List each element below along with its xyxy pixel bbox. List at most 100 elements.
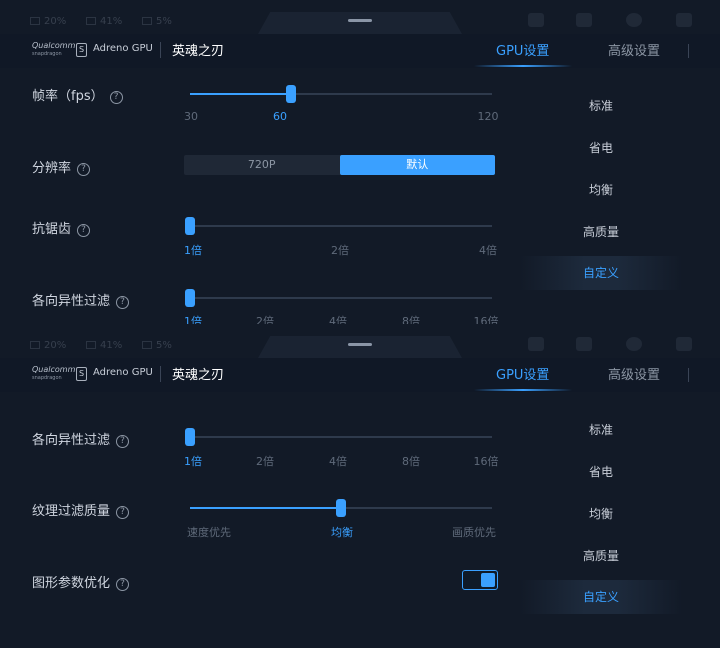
- aniso-tick: 8倍: [402, 315, 420, 324]
- texture-tick: 速度优先: [187, 526, 231, 539]
- gpu-settings-panel-top: 20% 41% 5% Qualcomm snapdragon S Adreno G…: [0, 0, 720, 324]
- fps-tick-min: 30: [184, 110, 198, 123]
- mode-power-saving[interactable]: 省电: [520, 463, 682, 480]
- help-icon[interactable]: ?: [116, 578, 130, 591]
- texture-label: 纹理过滤质量?: [32, 500, 130, 519]
- aniso-slider-thumb[interactable]: [185, 289, 195, 307]
- antialias-slider-thumb[interactable]: [185, 217, 195, 235]
- resolution-selector: 720P 默认: [184, 155, 495, 175]
- settings-icon: [626, 337, 642, 351]
- aniso-tick: 1倍: [184, 455, 202, 468]
- texture-tick: 画质优先: [452, 526, 496, 539]
- header-divider: [160, 42, 161, 58]
- mode-custom[interactable]: 自定义: [520, 256, 682, 290]
- game-title: 英魂之刃: [172, 44, 225, 59]
- header: Qualcomm snapdragon S Adreno GPU 英魂之刃 GPU…: [0, 358, 720, 392]
- mode-high-quality[interactable]: 高质量: [520, 547, 682, 564]
- drawer-notch: [258, 336, 462, 358]
- tab-advanced-settings[interactable]: 高级设置: [608, 40, 660, 59]
- fps-tick-max: 120: [477, 110, 499, 123]
- mode-balanced[interactable]: 均衡: [520, 505, 682, 522]
- texture-slider-fill: [190, 507, 341, 509]
- drag-handle[interactable]: [348, 19, 372, 22]
- aniso-label: 各向异性过滤?: [32, 429, 130, 448]
- antialias-label: 抗锯齿?: [32, 218, 91, 237]
- cpu-stat: 20%: [30, 340, 66, 351]
- tab-gpu-settings[interactable]: GPU设置: [496, 40, 549, 59]
- gpu-stat: 41%: [86, 16, 122, 27]
- active-tab-indicator: [474, 389, 572, 391]
- aniso-slider-track[interactable]: [185, 428, 492, 446]
- add-icon: [528, 13, 544, 27]
- drawer-notch: [258, 12, 462, 34]
- exit-icon: [676, 337, 692, 351]
- exit-icon: [676, 13, 692, 27]
- qualcomm-logo: Qualcomm snapdragon: [32, 365, 76, 381]
- mem-stat: 5%: [142, 16, 172, 27]
- antialias-slider-track[interactable]: [185, 217, 492, 235]
- gpu-stat: 41%: [86, 340, 122, 351]
- resolution-option-720p[interactable]: 720P: [184, 155, 340, 175]
- header-edge-divider: [688, 44, 689, 58]
- help-icon[interactable]: ?: [109, 91, 123, 104]
- gpu-settings-panel-bottom: 20% 41% 5% Qualcomm snapdragon S Adreno G…: [0, 324, 720, 648]
- graphics-opt-label: 图形参数优化?: [32, 572, 130, 591]
- record-icon: [576, 337, 592, 351]
- cpu-stat: 20%: [30, 16, 66, 27]
- mode-power-saving[interactable]: 省电: [520, 139, 682, 156]
- aniso-tick: 8倍: [402, 455, 420, 468]
- aniso-slider-track[interactable]: [185, 289, 492, 307]
- fps-label: 帧率（fps）?: [32, 85, 123, 104]
- fps-slider-fill: [190, 93, 291, 95]
- header: Qualcomm snapdragon S Adreno GPU 英魂之刃 GPU…: [0, 34, 720, 68]
- header-edge-divider: [688, 368, 689, 382]
- fps-slider-track[interactable]: [190, 85, 492, 103]
- fps-slider-thumb[interactable]: [286, 85, 296, 103]
- aniso-tick: 2倍: [256, 455, 274, 468]
- record-icon: [576, 13, 592, 27]
- adreno-label: Adreno GPU: [93, 43, 153, 54]
- texture-tick: 均衡: [331, 526, 353, 539]
- resolution-label: 分辨率?: [32, 157, 91, 176]
- aniso-tick: 4倍: [329, 315, 347, 324]
- tab-advanced-settings[interactable]: 高级设置: [608, 364, 660, 383]
- texture-slider-track[interactable]: [190, 499, 492, 517]
- help-icon[interactable]: ?: [77, 224, 91, 237]
- game-title: 英魂之刃: [172, 368, 225, 383]
- aniso-tick: 4倍: [329, 455, 347, 468]
- aniso-tick: 16倍: [473, 455, 499, 468]
- aniso-tick: 2倍: [256, 315, 274, 324]
- mode-balanced[interactable]: 均衡: [520, 181, 682, 198]
- mode-standard[interactable]: 标准: [520, 97, 682, 114]
- aniso-slider-thumb[interactable]: [185, 428, 195, 446]
- help-icon[interactable]: ?: [116, 435, 130, 448]
- mem-stat: 5%: [142, 340, 172, 351]
- toggle-knob: [481, 573, 495, 587]
- adreno-icon: S: [76, 43, 87, 57]
- aniso-label: 各向异性过滤?: [32, 290, 130, 309]
- mode-standard[interactable]: 标准: [520, 421, 682, 438]
- texture-slider-thumb[interactable]: [336, 499, 346, 517]
- adreno-label: Adreno GPU: [93, 367, 153, 378]
- qualcomm-logo: Qualcomm snapdragon: [32, 41, 76, 57]
- fps-tick-value: 60: [273, 110, 287, 123]
- mode-custom[interactable]: 自定义: [520, 580, 682, 614]
- adreno-icon: S: [76, 367, 87, 381]
- drag-handle[interactable]: [348, 343, 372, 346]
- aniso-tick: 16倍: [473, 315, 499, 324]
- help-icon[interactable]: ?: [77, 163, 91, 176]
- help-icon[interactable]: ?: [116, 296, 130, 309]
- antialias-tick: 1倍: [184, 244, 202, 257]
- tab-gpu-settings[interactable]: GPU设置: [496, 364, 549, 383]
- active-tab-indicator: [474, 65, 572, 67]
- add-icon: [528, 337, 544, 351]
- mode-high-quality[interactable]: 高质量: [520, 223, 682, 240]
- antialias-tick: 4倍: [479, 244, 497, 257]
- resolution-option-default[interactable]: 默认: [339, 155, 495, 175]
- help-icon[interactable]: ?: [116, 506, 130, 519]
- graphics-opt-toggle[interactable]: [462, 570, 498, 590]
- antialias-tick: 2倍: [331, 244, 349, 257]
- header-divider: [160, 366, 161, 382]
- settings-icon: [626, 13, 642, 27]
- aniso-tick: 1倍: [184, 315, 202, 324]
